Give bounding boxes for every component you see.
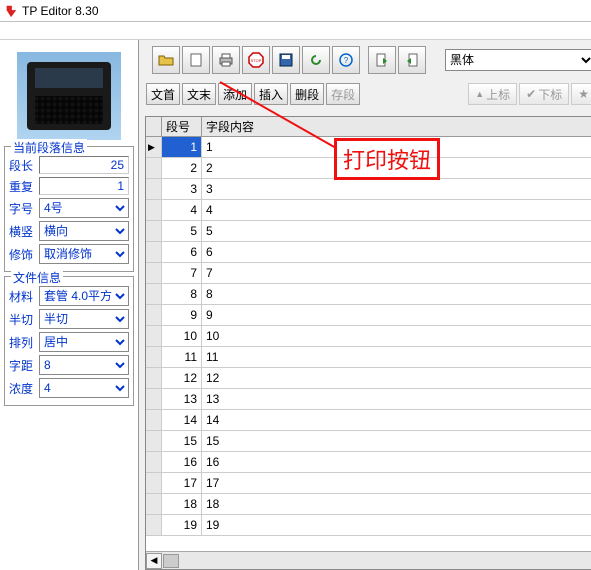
align-label: 排列 [9,334,39,351]
app-icon [4,4,18,18]
scroll-thumb[interactable] [163,554,179,568]
menu-bar [0,22,591,40]
halfcut-select[interactable]: 半切 [39,309,129,329]
repeat-label: 重复 [9,178,39,195]
print-button[interactable] [212,46,240,74]
insert-button[interactable]: 插入 [254,83,288,105]
table-row[interactable]: 1010 [146,326,591,347]
repeat-input[interactable] [39,177,129,195]
table-row[interactable]: 55 [146,221,591,242]
paragraph-info-title: 当前段落信息 [11,139,87,156]
save-button[interactable] [272,46,300,74]
export-button[interactable] [398,46,426,74]
text-toolbar: 文首 文末 添加 插入 删段 存段 ▲上标 ✔下标 ★序号 [139,80,591,108]
refresh-button[interactable] [302,46,330,74]
spacing-select[interactable]: 8 [39,355,129,375]
paragraph-info-group: 当前段落信息 段长 重复 字号4号 横竖横向 修饰取消修饰 [4,146,134,272]
table-row[interactable]: 1414 [146,410,591,431]
delete-seg-button[interactable]: 删段 [290,83,324,105]
file-info-group: 文件信息 材料套管 4.0平方 半切半切 排列居中 字距8 浓度4 [4,276,134,406]
right-panel: STOP ? 黑体 B 文首 文末 添加 插入 删段 存段 ▲上标 ✔下标 ★序… [139,40,591,570]
svg-text:STOP: STOP [251,58,262,63]
app-title: TP Editor 8.30 [22,4,99,18]
table-row[interactable]: 44 [146,200,591,221]
density-label: 浓度 [9,380,39,397]
orient-label: 横竖 [9,223,39,240]
deco-select[interactable]: 取消修饰 [39,244,129,264]
density-select[interactable]: 4 [39,378,129,398]
table-row[interactable]: 1212 [146,368,591,389]
device-image [17,52,121,140]
scroll-left-icon[interactable]: ◀ [146,553,162,569]
spacing-label: 字距 [9,357,39,374]
table-row[interactable]: 22 [146,158,591,179]
size-select[interactable]: 4号 [39,198,129,218]
col-content: 字段内容 [202,117,591,136]
table-row[interactable]: 1616 [146,452,591,473]
col-segnum: 段号 [162,117,202,136]
table-row[interactable]: 1919 [146,515,591,536]
superscript-button[interactable]: ▲上标 [468,83,517,105]
main-toolbar: STOP ? 黑体 B [139,40,591,80]
table-row[interactable]: 11 [146,137,591,158]
table-row[interactable]: 1717 [146,473,591,494]
import-button[interactable] [368,46,396,74]
table-row[interactable]: 1313 [146,389,591,410]
stop-button[interactable]: STOP [242,46,270,74]
title-bar: TP Editor 8.30 [0,0,591,22]
table-row[interactable]: 99 [146,305,591,326]
material-label: 材料 [9,288,39,305]
table-row[interactable]: 33 [146,179,591,200]
svg-text:?: ? [344,56,349,65]
data-grid[interactable]: 段号 字段内容 11223344556677889910101111121213… [145,116,591,570]
len-label: 段长 [9,157,39,174]
save-seg-button[interactable]: 存段 [326,83,360,105]
table-row[interactable]: 77 [146,263,591,284]
orient-select[interactable]: 横向 [39,221,129,241]
doc-end-button[interactable]: 文末 [182,83,216,105]
table-row[interactable]: 88 [146,284,591,305]
material-select[interactable]: 套管 4.0平方 [39,286,129,306]
open-button[interactable] [152,46,180,74]
doc-start-button[interactable]: 文首 [146,83,180,105]
left-panel: 当前段落信息 段长 重复 字号4号 横竖横向 修饰取消修饰 文件信息 材料套管 … [0,40,139,570]
table-row[interactable]: 1515 [146,431,591,452]
deco-label: 修饰 [9,246,39,263]
halfcut-label: 半切 [9,311,39,328]
grid-header: 段号 字段内容 [146,117,591,137]
sequence-button[interactable]: ★序号 [571,83,591,105]
subscript-button[interactable]: ✔下标 [519,83,569,105]
table-row[interactable]: 66 [146,242,591,263]
align-select[interactable]: 居中 [39,332,129,352]
file-info-title: 文件信息 [11,269,63,286]
table-row[interactable]: 1818 [146,494,591,515]
font-select[interactable]: 黑体 [445,49,591,71]
size-label: 字号 [9,200,39,217]
add-button[interactable]: 添加 [218,83,252,105]
table-row[interactable]: 1111 [146,347,591,368]
new-button[interactable] [182,46,210,74]
help-button[interactable]: ? [332,46,360,74]
hscroll[interactable]: ◀ [146,551,591,569]
len-input[interactable] [39,156,129,174]
